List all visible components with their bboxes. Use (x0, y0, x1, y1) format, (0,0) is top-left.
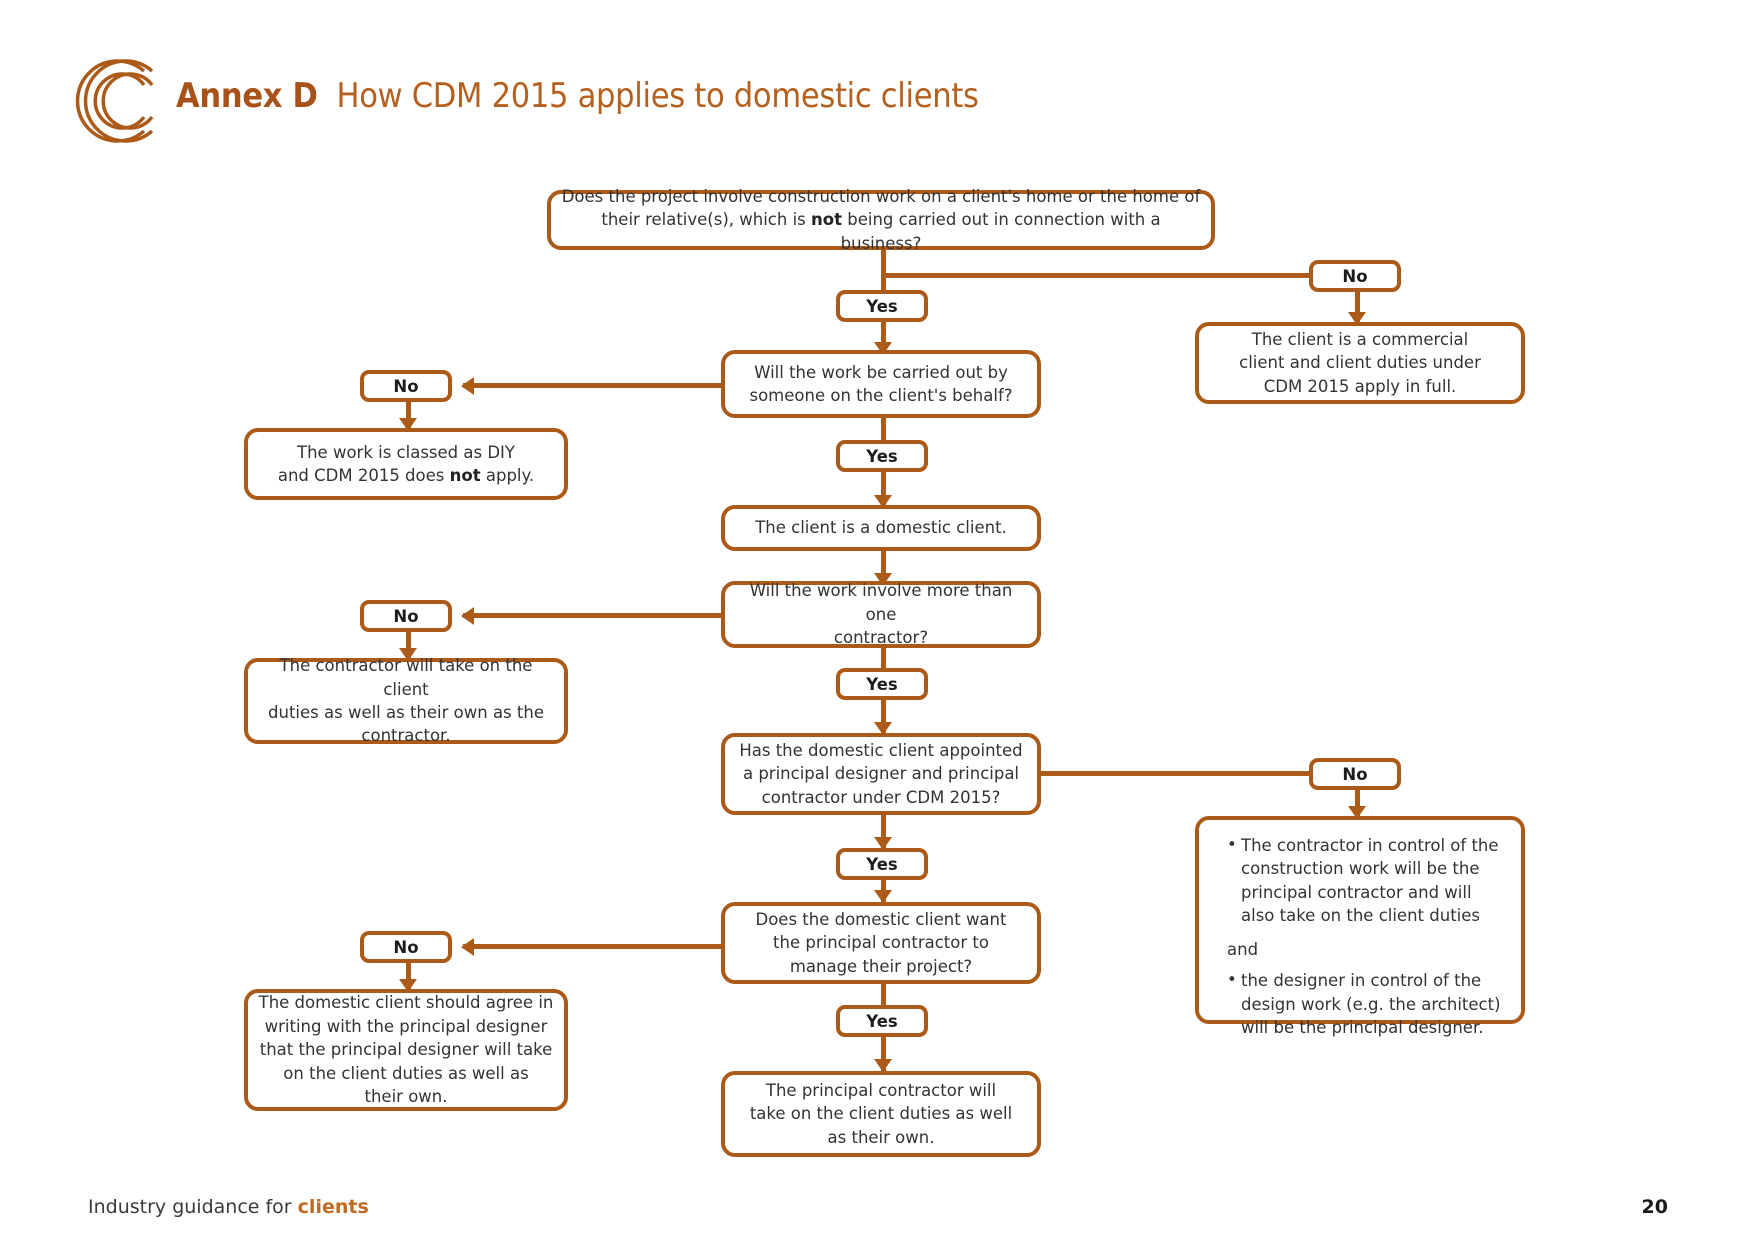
q2-line2: someone on the client's behalf? (749, 386, 1013, 405)
q2-line1: Will the work be carried out by (754, 362, 1008, 382)
pc-line1: The principal contractor will (765, 1080, 997, 1100)
bullet-item: The contractor in control of the constru… (1227, 833, 1505, 928)
footer-prefix: Industry guidance for (88, 1196, 298, 1218)
diy-line2-c: apply. (480, 466, 535, 485)
designer-line3: that the principal designer will take (259, 1040, 553, 1060)
page-title: Annex D How CDM 2015 applies to domestic… (176, 76, 979, 116)
q1-line2-bold: not (811, 210, 842, 230)
yes-text: Yes (866, 446, 898, 466)
yes-text: Yes (866, 296, 898, 316)
diy-line2-bold: not (449, 466, 481, 485)
label-no-q2[interactable]: No (360, 370, 452, 402)
node-question-appointed-pd-pc[interactable]: Has the domestic client appointed a prin… (721, 733, 1041, 815)
node-no-appointment-outcome[interactable]: The contractor in control of the constru… (1195, 816, 1525, 1037)
node-domestic-client[interactable]: The client is a domestic client. (721, 505, 1041, 551)
q4-line2: a principal designer and principal (742, 764, 1020, 784)
page-title-text: How CDM 2015 applies to domestic clients (336, 76, 979, 116)
diy-line2-a: and CDM 2015 does (277, 466, 450, 485)
q1-line2-c: being carried out in connection with a b… (840, 210, 1161, 253)
node-commercial-client[interactable]: The client is a commercial client and cl… (1195, 322, 1525, 404)
label-no-q4[interactable]: No (1309, 758, 1401, 790)
connector-q5-to-no-left (463, 944, 721, 949)
label-yes-q1[interactable]: Yes (836, 290, 928, 322)
bullet-item: the designer in control of the design wo… (1227, 968, 1505, 1039)
q5-line1: Does the domestic client want (755, 909, 1007, 929)
no-text: No (393, 937, 419, 957)
connector-q3-to-no-left (463, 613, 721, 618)
q3-line2: contractor? (833, 628, 929, 648)
no-text: No (393, 606, 419, 626)
q1-line1: Does the project involve construction wo… (561, 186, 1201, 206)
q1-line2-a: their relative(s), which is (601, 210, 812, 230)
q4-line3: contractor under CDM 2015? (761, 787, 1001, 807)
bullet-conjunction: and (1227, 939, 1259, 959)
node-principal-contractor-duties[interactable]: The principal contractor will take on th… (721, 1071, 1041, 1157)
label-no-q5[interactable]: No (360, 931, 452, 963)
page-canvas: Annex D How CDM 2015 applies to domestic… (0, 0, 1754, 1240)
commercial-line1: The client is a commercial (1251, 329, 1469, 349)
footer: Industry guidance for clients (88, 1196, 369, 1218)
contractor-line2: duties as well as their own as the (268, 703, 544, 722)
yes-text: Yes (866, 854, 898, 874)
page-number: 20 (1641, 1196, 1668, 1218)
designer-line2: writing with the principal designer (264, 1016, 548, 1036)
footer-highlight: clients (297, 1196, 369, 1218)
node-designer-agreement-outcome[interactable]: The domestic client should agree in writ… (244, 989, 568, 1111)
label-no-q3[interactable]: No (360, 600, 452, 632)
node-question-more-than-one-contractor[interactable]: Will the work involve more than one cont… (721, 581, 1041, 648)
commercial-line2: client and client duties under (1239, 353, 1481, 373)
q3-line1: Will the work involve more than one (749, 581, 1013, 624)
q5-line3: manage their project? (789, 956, 973, 976)
contractor-line1: The contractor will take on the client (279, 656, 533, 699)
no-text: No (1342, 266, 1368, 286)
node-diy-outcome[interactable]: The work is classed as DIY and CDM 2015 … (244, 428, 568, 500)
connector-q1-to-no-right (881, 273, 1316, 278)
diy-line1: The work is classed as DIY (297, 442, 515, 462)
no-text: No (1342, 764, 1368, 784)
concentric-c-logo-icon (75, 59, 154, 143)
yes-text: Yes (866, 1011, 898, 1031)
label-yes-q2[interactable]: Yes (836, 440, 928, 472)
connector-q4-to-no-right (1040, 771, 1316, 776)
q4-line1: Has the domestic client appointed (739, 740, 1023, 760)
node-question-work-on-behalf[interactable]: Will the work be carried out by someone … (721, 350, 1041, 418)
node-question-domestic-home[interactable]: Does the project involve construction wo… (547, 186, 1215, 253)
pc-line2: take on the client duties as well (749, 1104, 1013, 1124)
connector-q2-to-no-left (463, 383, 721, 388)
label-yes-q3[interactable]: Yes (836, 668, 928, 700)
q5-line2: the principal contractor to (773, 933, 989, 953)
label-yes-q4[interactable]: Yes (836, 848, 928, 880)
label-no-q1[interactable]: No (1309, 260, 1401, 292)
label-yes-q5[interactable]: Yes (836, 1005, 928, 1037)
contractor-line3: contractor. (361, 726, 451, 746)
no-text: No (393, 376, 419, 396)
pc-line3: as their own. (827, 1127, 935, 1147)
arrowhead-q3-no (461, 607, 474, 625)
node-question-pc-manage-project[interactable]: Does the domestic client want the princi… (721, 902, 1041, 984)
yes-text: Yes (866, 674, 898, 694)
designer-line4: on the client duties as well as (283, 1063, 529, 1083)
arrowhead-q2-no (461, 377, 474, 395)
annex-label: Annex D (176, 76, 318, 116)
designer-line5: their own. (364, 1087, 448, 1107)
arrowhead-q5-no (461, 938, 474, 956)
domestic-text: The client is a domestic client. (755, 518, 1007, 538)
node-contractor-takes-client-duties[interactable]: The contractor will take on the client d… (244, 656, 568, 746)
commercial-line3: CDM 2015 apply in full. (1263, 376, 1457, 396)
designer-line1: The domestic client should agree in (258, 993, 554, 1013)
